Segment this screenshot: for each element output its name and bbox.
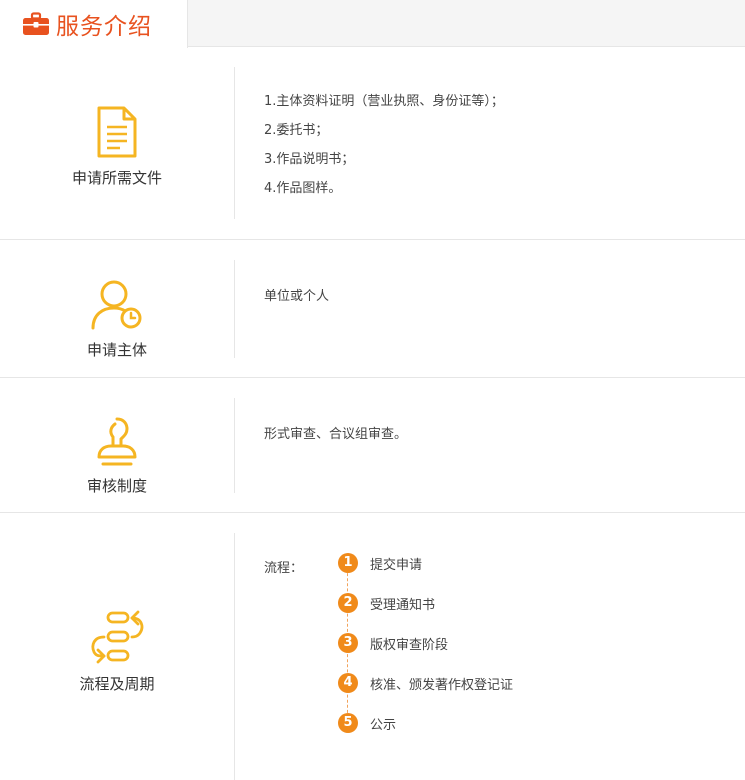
section-documents-label: 申请所需文件 (71, 168, 162, 187)
flow-cycle-icon (91, 610, 144, 664)
divider (234, 533, 235, 780)
document-icon (97, 106, 137, 157)
review-text: 形式审查、合议组审查。 (264, 427, 408, 442)
section-review-label: 审核制度 (86, 476, 147, 495)
subject-text: 单位或个人 (264, 289, 330, 304)
documents-list: 1.主体资料证明（营业执照、身份证等）； 2.委托书； 3.作品说明书； 4.作… (264, 87, 504, 203)
step-text: 受理通知书 (370, 597, 436, 613)
list-item: 4.作品图样。 (264, 181, 342, 196)
list-item: 3.作品说明书； (264, 152, 355, 167)
process-step: 1 提交申请 (338, 543, 513, 583)
stamp-icon (97, 417, 137, 465)
tab-service-intro[interactable]: 服务介绍 (0, 0, 188, 48)
process-step: 3 版权审查阶段 (338, 623, 513, 663)
tab-label: 服务介绍 (56, 14, 152, 40)
section-subject-label: 申请主体 (86, 341, 147, 359)
process-step: 5 公示 (338, 703, 513, 743)
divider (234, 67, 235, 219)
step-text: 核准、颁发著作权登记证 (370, 677, 514, 693)
step-number: 5 (338, 713, 358, 733)
section-process-label: 流程及周期 (79, 675, 155, 693)
divider (234, 398, 235, 493)
section-review-header: 审核制度 (0, 378, 234, 512)
tab-bar: 服务介绍 (0, 0, 745, 48)
section-review: 审核制度 形式审查、合议组审查。 (0, 378, 745, 513)
section-documents-header: 申请所需文件 (0, 47, 234, 239)
process-step: 2 受理通知书 (338, 583, 513, 623)
step-number: 4 (338, 673, 358, 693)
section-documents: 申请所需文件 1.主体资料证明（营业执照、身份证等）； 2.委托书； 3.作品说… (0, 47, 745, 240)
step-text: 提交申请 (370, 557, 423, 573)
flow-label: 流程： (264, 561, 304, 576)
section-subject: 申请主体 单位或个人 (0, 240, 745, 378)
step-number: 1 (338, 553, 358, 573)
list-item: 2.委托书； (264, 123, 329, 138)
list-item: 1.主体资料证明（营业执照、身份证等）； (264, 94, 504, 109)
section-subject-header: 申请主体 (0, 240, 234, 377)
process-step: 4 核准、颁发著作权登记证 (338, 663, 513, 703)
section-process: 流程及周期 流程： 1 提交申请 2 受理通知书 3 版权审查阶段 4 核准、颁… (0, 513, 745, 780)
section-process-header: 流程及周期 (0, 513, 234, 780)
step-number: 2 (338, 593, 358, 613)
process-steps: 1 提交申请 2 受理通知书 3 版权审查阶段 4 核准、颁发著作权登记证 5 … (338, 543, 513, 743)
user-clock-icon (91, 280, 142, 330)
divider (234, 260, 235, 358)
briefcase-icon (23, 12, 49, 35)
step-text: 版权审查阶段 (370, 637, 449, 653)
step-number: 3 (338, 633, 358, 653)
step-text: 公示 (370, 717, 397, 733)
